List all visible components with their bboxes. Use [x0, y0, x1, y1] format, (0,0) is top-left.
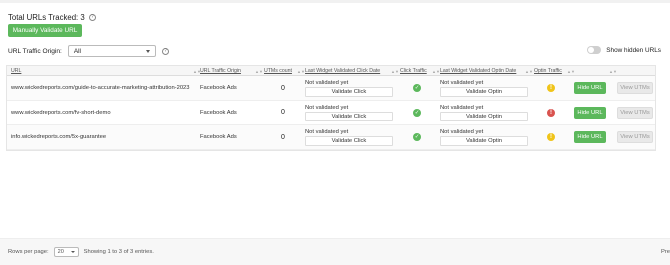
check-circle-icon: ✓	[413, 108, 421, 117]
utms-count: 0	[281, 84, 285, 92]
view-utms-cell: View UTMs	[617, 125, 653, 150]
check-circle-icon: ✓	[413, 133, 421, 142]
showing-entries: Showing 1 to 3 of 3 entries.	[83, 249, 154, 255]
origin-cell: Facebook Ads	[200, 134, 237, 141]
click-traffic-cell: ✓	[413, 76, 421, 101]
chevron-down-icon	[145, 49, 150, 53]
total-urls-label: Total URLs Tracked: 3	[8, 13, 85, 22]
table-footer: Rows per page: 20 Showing 1 to 3 of 3 en…	[0, 238, 670, 265]
sort-icon[interactable]: ▲▼	[391, 69, 399, 74]
hide-url-button[interactable]: Hide URL	[574, 131, 606, 144]
table-row: www.wickedreports.com/fv-short-demo Face…	[7, 100, 655, 126]
col-utms[interactable]: UTMs count	[264, 66, 292, 76]
click-traffic-cell: ✓	[413, 101, 421, 126]
view-utms-cell: View UTMs	[617, 101, 653, 126]
manually-validate-url-button[interactable]: Manually Validate URL	[8, 24, 82, 37]
optin-traffic-cell: !	[547, 125, 555, 150]
view-utms-cell: View UTMs	[617, 76, 653, 101]
hide-url-cell: Hide URL	[574, 125, 606, 150]
table-row: www.wickedreports.com/guide-to-accurate-…	[7, 76, 655, 101]
optin-status: Not validated yet	[440, 129, 484, 135]
rows-per-page-select[interactable]: 20	[53, 247, 79, 257]
traffic-origin-label: URL Traffic Origin:	[8, 47, 62, 55]
col-origin[interactable]: URL Traffic Origin	[200, 66, 241, 76]
click-date-cell: Not validated yet Validate Click	[305, 76, 393, 101]
optin-date-cell: Not validated yet Validate Optin	[440, 101, 528, 126]
top-strip	[0, 0, 670, 3]
click-status: Not validated yet	[305, 104, 349, 111]
url-cell: info.wickedreports.com/5x-guarantee	[11, 134, 107, 141]
optin-status: Not validated yet	[440, 80, 484, 86]
validate-click-button[interactable]: Validate Click	[305, 87, 393, 97]
table-row: info.wickedreports.com/5x-guarantee Face…	[7, 125, 655, 150]
view-utms-button[interactable]: View UTMs	[617, 82, 653, 95]
pagination-info: Rows per page: 20 Showing 1 to 3 of 3 en…	[8, 247, 154, 257]
help-icon[interactable]: ?	[88, 14, 96, 21]
urls-table: URL ▲▼ URL Traffic Origin ▲▼ UTMs count …	[6, 65, 656, 151]
rows-per-page-label: Rows per page:	[8, 249, 49, 255]
click-traffic-cell: ✓	[413, 125, 421, 150]
click-status: Not validated yet	[305, 129, 349, 135]
origin-cell: Facebook Ads	[200, 109, 237, 116]
show-hidden-urls-toggle[interactable]	[587, 46, 602, 54]
optin-status: Not validated yet	[440, 104, 484, 111]
click-date-cell: Not validated yet Validate Click	[305, 101, 393, 126]
table-header: URL ▲▼ URL Traffic Origin ▲▼ UTMs count …	[7, 66, 655, 76]
sort-icon[interactable]: ▲▼	[255, 69, 263, 74]
warning-circle-icon: !	[547, 84, 555, 93]
url-cell: www.wickedreports.com/fv-short-demo	[11, 109, 111, 116]
optin-date-cell: Not validated yet Validate Optin	[440, 76, 528, 101]
check-circle-icon: ✓	[413, 84, 421, 93]
sort-icon[interactable]: ▲▼	[609, 69, 617, 74]
sort-icon[interactable]: ▲▼	[525, 69, 533, 74]
validate-click-button[interactable]: Validate Click	[305, 136, 393, 146]
col-click-traffic[interactable]: Click Traffic	[400, 66, 427, 76]
view-utms-button[interactable]: View UTMs	[617, 106, 653, 119]
hide-url-cell: Hide URL	[574, 101, 606, 126]
show-hidden-urls-toggle-group: Show hidden URLs	[587, 46, 661, 54]
optin-date-cell: Not validated yet Validate Optin	[440, 125, 528, 150]
sort-icon[interactable]: ▲▼	[432, 69, 440, 74]
error-circle-icon: !	[547, 108, 555, 117]
view-utms-button[interactable]: View UTMs	[617, 131, 653, 144]
validate-click-button[interactable]: Validate Click	[305, 111, 393, 121]
col-last-click[interactable]: Last Widget Validated Click Date	[305, 66, 380, 76]
rows-per-page-value: 20	[57, 249, 64, 255]
traffic-origin-select[interactable]: All	[67, 45, 156, 57]
col-last-optin[interactable]: Last Widget Validated Optin Date	[440, 66, 516, 76]
col-url[interactable]: URL	[11, 66, 21, 76]
col-optin-traffic[interactable]: Optin Traffic	[534, 66, 562, 76]
previous-page-button[interactable]: Pre	[661, 249, 670, 255]
hide-url-cell: Hide URL	[574, 76, 606, 101]
show-hidden-urls-label: Show hidden URLs	[606, 46, 661, 54]
click-status: Not validated yet	[305, 80, 349, 86]
url-cell: www.wickedreports.com/guide-to-accurate-…	[11, 85, 190, 92]
validate-optin-button[interactable]: Validate Optin	[440, 87, 528, 97]
utms-count: 0	[281, 109, 285, 117]
total-urls-title: Total URLs Tracked: 3 ?	[8, 13, 96, 22]
chevron-down-icon	[70, 251, 75, 253]
hide-url-button[interactable]: Hide URL	[574, 82, 606, 95]
warning-circle-icon: !	[547, 133, 555, 142]
optin-traffic-cell: !	[547, 76, 555, 101]
help-icon[interactable]: ?	[161, 47, 169, 55]
traffic-origin-filter: URL Traffic Origin: All ?	[8, 45, 169, 57]
validate-optin-button[interactable]: Validate Optin	[440, 136, 528, 146]
sort-icon[interactable]: ▲▼	[567, 69, 575, 74]
traffic-origin-value: All	[73, 47, 81, 55]
optin-traffic-cell: !	[547, 101, 555, 126]
toggle-knob	[588, 47, 595, 53]
click-date-cell: Not validated yet Validate Click	[305, 125, 393, 150]
origin-cell: Facebook Ads	[200, 85, 237, 92]
validate-optin-button[interactable]: Validate Optin	[440, 111, 528, 121]
utms-count: 0	[281, 133, 285, 141]
hide-url-button[interactable]: Hide URL	[574, 106, 606, 119]
sort-icon[interactable]: ▲▼	[297, 69, 305, 74]
